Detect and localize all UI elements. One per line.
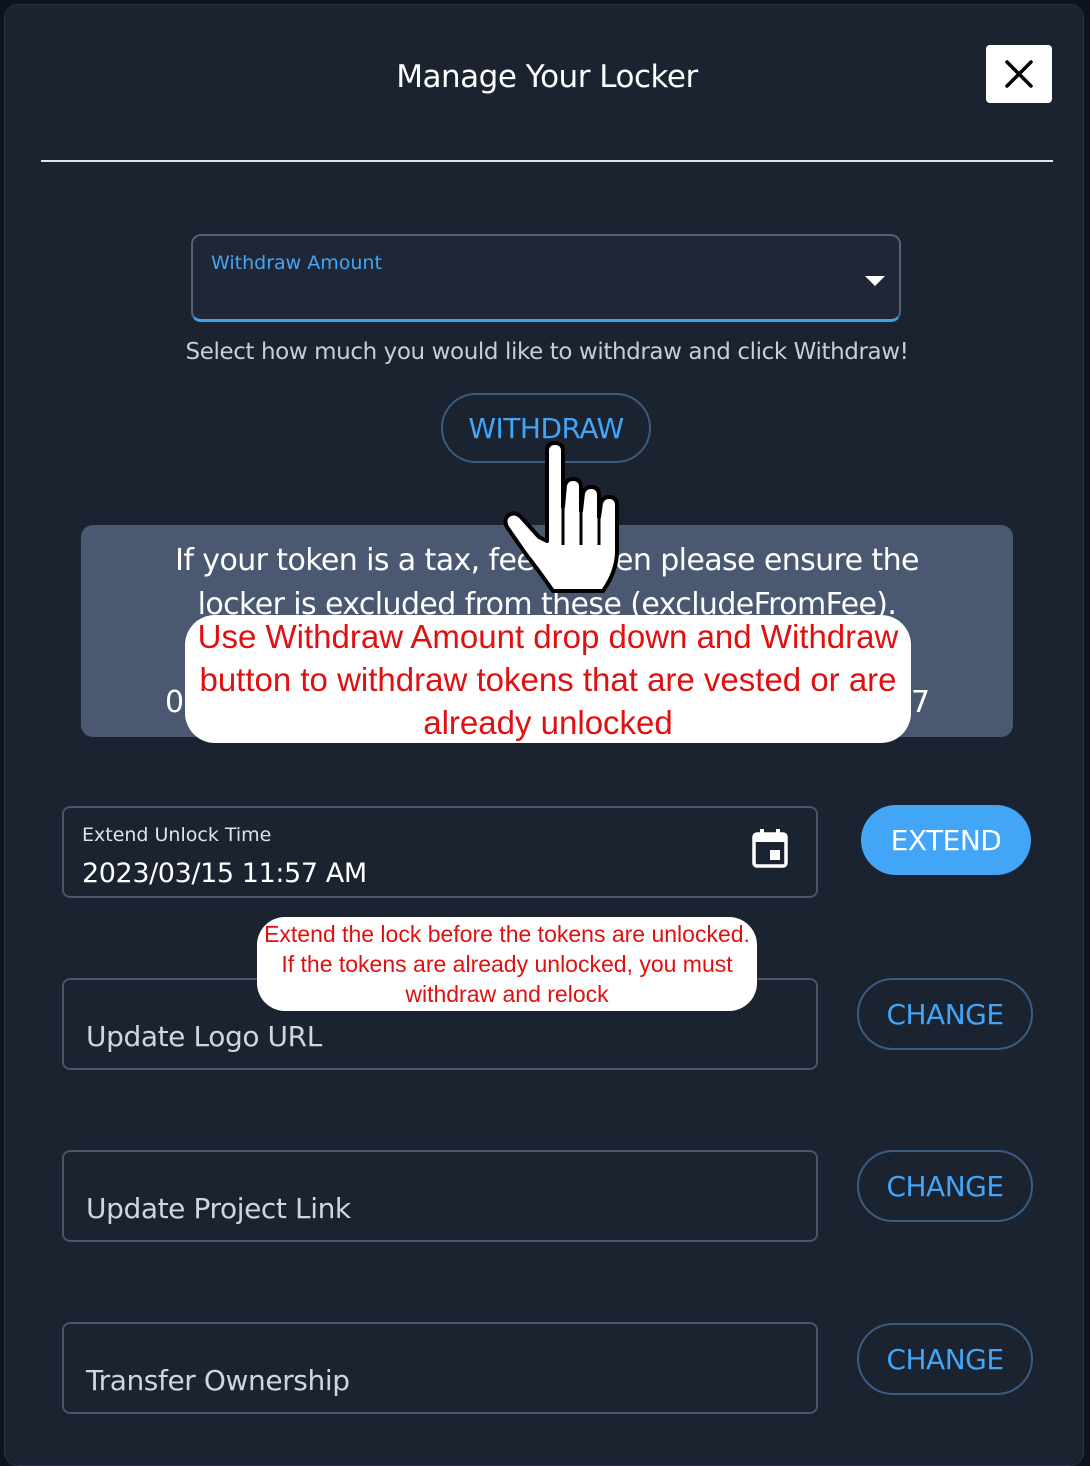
warning-fragment-right: 7 (911, 685, 931, 720)
header-divider (41, 160, 1053, 162)
update-logo-url-placeholder: Update Logo URL (86, 1020, 322, 1053)
withdraw-helper-text: Select how much you would like to withdr… (185, 339, 909, 365)
warning-fragment-left: 0 (165, 685, 185, 720)
withdraw-annotation-text: Use Withdraw Amount drop down and Withdr… (197, 617, 899, 741)
update-project-link-field[interactable]: Update Project Link (62, 1150, 818, 1242)
change-logo-button[interactable]: CHANGE (857, 978, 1033, 1050)
extend-unlock-time-value: 2023/03/15 11:57 AM (82, 858, 367, 889)
transfer-ownership-placeholder: Transfer Ownership (86, 1364, 350, 1397)
close-icon (1005, 60, 1033, 88)
calendar-icon[interactable] (752, 828, 788, 868)
manage-locker-modal: Manage Your Locker Withdraw Amount Selec… (4, 4, 1084, 1466)
extend-annotation: Extend the lock before the tokens are un… (257, 917, 757, 1011)
transfer-ownership-field[interactable]: Transfer Ownership (62, 1322, 818, 1414)
withdraw-amount-label: Withdraw Amount (211, 252, 382, 274)
withdraw-amount-select[interactable]: Withdraw Amount (191, 234, 901, 322)
change-ownership-button[interactable]: CHANGE (857, 1323, 1033, 1395)
caret-down-icon (865, 276, 885, 286)
withdraw-annotation: Use Withdraw Amount drop down and Withdr… (185, 615, 911, 743)
extend-button[interactable]: EXTEND (861, 805, 1031, 875)
hand-pointer-icon (503, 441, 619, 593)
extend-annotation-text: Extend the lock before the tokens are un… (264, 921, 750, 1007)
update-project-link-placeholder: Update Project Link (86, 1192, 351, 1225)
modal-title: Manage Your Locker (396, 59, 698, 95)
close-button[interactable] (986, 45, 1052, 103)
extend-unlock-time-field[interactable]: Extend Unlock Time 2023/03/15 11:57 AM (62, 806, 818, 898)
change-project-link-button[interactable]: CHANGE (857, 1150, 1033, 1222)
extend-unlock-time-label: Extend Unlock Time (82, 824, 272, 846)
